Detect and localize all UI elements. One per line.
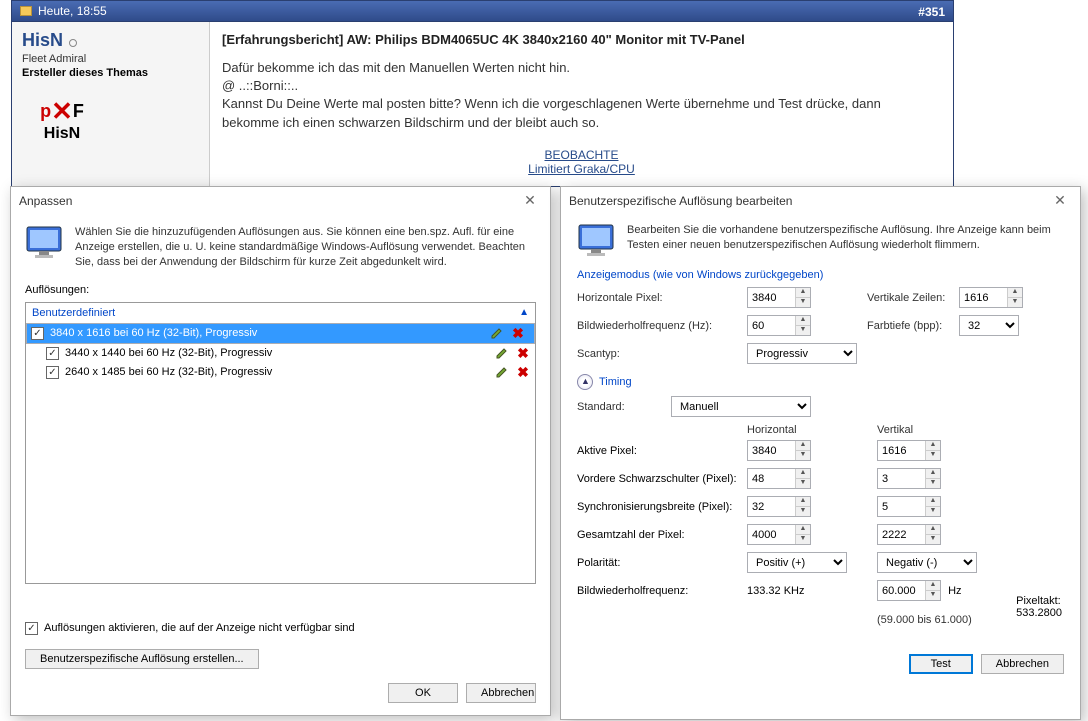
resolution-label: 3440 x 1440 bei 60 Hz (32-Bit), Progress… bbox=[65, 347, 489, 359]
edit-icon[interactable] bbox=[495, 346, 509, 360]
create-custom-button[interactable]: Benutzerspezifische Auflösung erstellen.… bbox=[25, 649, 259, 669]
scantype-label: Scantyp: bbox=[577, 348, 747, 360]
collapse-arrow-icon[interactable]: ▲ bbox=[519, 307, 529, 318]
resolution-listbox[interactable]: Benutzerdefiniert ▲ ✓ 3840 x 1616 bei 60… bbox=[25, 302, 536, 584]
spinner-icon[interactable]: ▲▼ bbox=[795, 469, 810, 488]
refresh-range: (59.000 bis 61.000) bbox=[877, 614, 1007, 626]
hpixel-label: Horizontale Pixel: bbox=[577, 292, 747, 304]
message-column: [Erfahrungsbericht] AW: Philips BDM4065U… bbox=[210, 22, 953, 186]
edit-resolution-dialog: Benutzerspezifische Auflösung bearbeiten… bbox=[560, 186, 1081, 720]
spinner-icon[interactable]: ▲▼ bbox=[795, 288, 810, 307]
user-rank: Fleet Admiral bbox=[22, 53, 199, 65]
post-text-line: Kannst Du Deine Werte mal posten bitte? … bbox=[222, 95, 941, 131]
signature-link[interactable]: BEOBACHTE bbox=[222, 148, 941, 162]
monitor-icon bbox=[577, 223, 617, 259]
spinner-icon[interactable]: ▲▼ bbox=[925, 497, 940, 516]
spinner-icon[interactable]: ▲▼ bbox=[925, 525, 940, 544]
spinner-icon[interactable]: ▲▼ bbox=[925, 469, 940, 488]
dialog-title-text: Anpassen bbox=[19, 194, 72, 208]
spinner-icon[interactable]: ▲▼ bbox=[795, 441, 810, 460]
standard-select[interactable]: Manuell bbox=[671, 396, 811, 417]
username-link[interactable]: HisN bbox=[22, 30, 63, 50]
pixel-clock-box: Pixeltakt: 533.2800 bbox=[1016, 595, 1062, 619]
list-label: Auflösungen: bbox=[25, 284, 536, 296]
scantype-select[interactable]: Progressiv bbox=[747, 343, 857, 364]
post-text-line: @ ..::Borni::.. bbox=[222, 77, 941, 95]
refresh2-label: Bildwiederholfrequenz: bbox=[577, 585, 747, 597]
sync-width-label: Synchronisierungsbreite (Pixel): bbox=[577, 501, 747, 513]
vlines-label: Vertikale Zeilen: bbox=[867, 292, 959, 304]
refresh-label: Bildwiederholfrequenz (Hz): bbox=[577, 320, 747, 332]
resolution-label: 2640 x 1485 bei 60 Hz (32-Bit), Progress… bbox=[65, 366, 489, 378]
cancel-button[interactable]: Abbrechen bbox=[981, 654, 1064, 674]
enable-unavailable-label: Auflösungen aktivieren, die auf der Anze… bbox=[44, 622, 355, 634]
post-timestamp: Heute, 18:55 bbox=[38, 0, 107, 22]
post-text-line: Dafür bekomme ich das mit den Manuellen … bbox=[222, 59, 941, 77]
thread-starter-label: Ersteller dieses Themas bbox=[22, 67, 199, 79]
spinner-icon[interactable]: ▲▼ bbox=[795, 525, 810, 544]
dialog-titlebar[interactable]: Anpassen ✕ bbox=[11, 187, 550, 215]
vertical-header: Vertikal bbox=[877, 424, 1007, 436]
spinner-icon[interactable]: ▲▼ bbox=[795, 316, 810, 335]
checkbox[interactable]: ✓ bbox=[31, 327, 44, 340]
active-pixel-label: Aktive Pixel: bbox=[577, 445, 747, 457]
enable-unavailable-checkbox[interactable]: ✓ bbox=[25, 622, 38, 635]
depth-select[interactable]: 32 bbox=[959, 315, 1019, 336]
intro-text: Bearbeiten Sie die vorhandene benutzersp… bbox=[627, 223, 1064, 259]
spinner-icon[interactable]: ▲▼ bbox=[925, 581, 940, 600]
avatar[interactable]: p✕F HisN bbox=[22, 89, 102, 149]
post-title: [Erfahrungsbericht] AW: Philips BDM4065U… bbox=[222, 32, 941, 47]
dialog-title-text: Benutzerspezifische Auflösung bearbeiten bbox=[569, 194, 792, 208]
close-icon[interactable]: ✕ bbox=[1048, 191, 1072, 211]
pixelclock-value: 533.2800 bbox=[1016, 607, 1062, 619]
horizontal-header: Horizontal bbox=[747, 424, 877, 436]
signature-link[interactable]: Limitiert Graka/CPU bbox=[222, 162, 941, 176]
delete-icon[interactable]: ✖ bbox=[510, 325, 526, 342]
online-status-icon bbox=[69, 39, 77, 47]
dialog-titlebar[interactable]: Benutzerspezifische Auflösung bearbeiten… bbox=[561, 187, 1080, 215]
resolution-row[interactable]: ✓ 2640 x 1485 bei 60 Hz (32-Bit), Progre… bbox=[26, 363, 535, 382]
timing-header[interactable]: ▲Timing bbox=[577, 374, 1064, 390]
total-pixel-label: Gesamtzahl der Pixel: bbox=[577, 529, 747, 541]
spinner-icon[interactable]: ▲▼ bbox=[925, 441, 940, 460]
cancel-button[interactable]: Abbrechen bbox=[466, 683, 536, 703]
resolution-row[interactable]: ✓ 3840 x 1616 bei 60 Hz (32-Bit), Progre… bbox=[26, 323, 535, 344]
resolution-label: 3840 x 1616 bei 60 Hz (32-Bit), Progress… bbox=[50, 327, 484, 339]
customize-dialog: Anpassen ✕ Wählen Sie die hinzuzufügende… bbox=[10, 186, 551, 716]
delete-icon[interactable]: ✖ bbox=[515, 364, 531, 381]
post-number-link[interactable]: #351 bbox=[918, 1, 945, 21]
folder-icon bbox=[20, 6, 32, 16]
close-icon[interactable]: ✕ bbox=[518, 191, 542, 211]
edit-icon[interactable] bbox=[490, 326, 504, 340]
display-mode-header: Anzeigemodus (wie von Windows zurückgege… bbox=[577, 269, 1064, 281]
refresh-h-value: 133.32 KHz bbox=[747, 585, 877, 597]
tree-group-label: Benutzerdefiniert bbox=[32, 307, 115, 319]
spinner-icon[interactable]: ▲▼ bbox=[795, 497, 810, 516]
edit-icon[interactable] bbox=[495, 365, 509, 379]
polarity-h-select[interactable]: Positiv (+) bbox=[747, 552, 847, 573]
monitor-icon bbox=[25, 225, 65, 261]
tree-group-header[interactable]: Benutzerdefiniert ▲ bbox=[26, 303, 535, 323]
ok-button[interactable]: OK bbox=[388, 683, 458, 703]
standard-label: Standard: bbox=[577, 401, 671, 413]
resolution-row[interactable]: ✓ 3440 x 1440 bei 60 Hz (32-Bit), Progre… bbox=[26, 344, 535, 363]
spinner-icon[interactable]: ▲▼ bbox=[1007, 288, 1022, 307]
depth-label: Farbtiefe (bpp): bbox=[867, 320, 959, 332]
timing-header-label: Timing bbox=[599, 376, 632, 388]
hz-label: Hz bbox=[948, 585, 961, 597]
polarity-v-select[interactable]: Negativ (-) bbox=[877, 552, 977, 573]
user-column: HisN Fleet Admiral Ersteller dieses Them… bbox=[12, 22, 210, 186]
front-porch-label: Vordere Schwarzschulter (Pixel): bbox=[577, 473, 747, 485]
test-button[interactable]: Test bbox=[909, 654, 973, 674]
checkbox[interactable]: ✓ bbox=[46, 366, 59, 379]
intro-text: Wählen Sie die hinzuzufügenden Auflösung… bbox=[75, 225, 536, 270]
post-header-bar: Heute, 18:55 #351 bbox=[11, 0, 954, 22]
pixelclock-label: Pixeltakt: bbox=[1016, 595, 1062, 607]
forum-post: Heute, 18:55 #351 HisN Fleet Admiral Ers… bbox=[11, 0, 954, 187]
checkbox[interactable]: ✓ bbox=[46, 347, 59, 360]
delete-icon[interactable]: ✖ bbox=[515, 345, 531, 362]
polarity-label: Polarität: bbox=[577, 557, 747, 569]
